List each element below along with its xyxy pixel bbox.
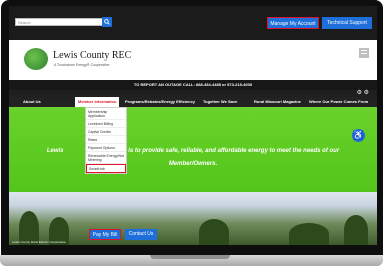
nav-item-together-we-save[interactable]: Together We Save [203,97,237,107]
tree-image [289,223,329,245]
photo-credit: Lewis County Rural Electric Cooperative [12,240,66,244]
dropdown-item-levelized-billing[interactable]: Levelized Billing [86,120,126,128]
dropdown-item-rates[interactable]: Rates [86,136,126,144]
search-input[interactable]: Search [15,18,103,26]
manage-my-account-button[interactable]: Manage My Account [267,17,319,29]
hero-banner: Lewis ssion is to provide safe, reliable… [9,107,377,192]
main-nav: About Us Member Information Programs/Reb… [9,97,377,107]
logo-icon[interactable] [24,48,48,70]
dropdown-item-membership-application[interactable]: Membership Application [86,108,126,120]
nav-item-about-us[interactable]: About Us [23,97,41,107]
outage-banner: TO REPORT AN OUTAGE CALL: 888-454-4485 o… [9,80,377,90]
mission-line2: Member/Owners. [168,161,218,167]
laptop-notch [150,255,230,259]
nav-item-member-information[interactable]: Member Information [75,97,120,107]
toggle-icons[interactable]: ⚙ ⚙ [357,90,369,97]
tree-image [199,219,229,245]
accessibility-icon[interactable]: ♿ [352,129,365,142]
nav-item-rural-missouri[interactable]: Rural Missouri Magazine [254,97,301,107]
hero-photo: Pay My Bill Contact Us Lewis County Rura… [9,192,377,245]
site-header: Lewis County REC A Touchstone Energy® Co… [9,40,377,80]
browser-screen: Search Manage My Account Technical Suppo… [9,6,377,245]
secondary-strip [9,90,377,97]
mission-statement: Lewis ssion is to provide safe, reliable… [9,145,377,171]
logo-tagline: A Touchstone Energy® Cooperative [54,63,110,67]
technical-support-button[interactable]: Technical Support [322,17,372,29]
search-button[interactable] [102,17,112,27]
search-icon [104,19,110,25]
mission-line1-end: ssion is to provide safe, reliable, and … [110,148,340,154]
menu-icon[interactable] [359,48,369,58]
dropdown-item-smarthub[interactable]: SmartHub [86,164,126,173]
dropdown-item-renewable-energy[interactable]: Renewable Energy/Net Metering [86,152,126,164]
mission-line1-start: Lewis [46,148,64,154]
member-information-dropdown: Membership Application Levelized Billing… [85,107,127,174]
logo-name[interactable]: Lewis County REC [53,50,131,61]
contact-us-button[interactable]: Contact Us [125,229,157,240]
nav-item-programs[interactable]: Programs/Rebates/Energy Efficiency [125,97,195,107]
top-bar: Search Manage My Account Technical Suppo… [9,6,377,40]
tree-image [344,215,368,245]
dropdown-item-payment-options[interactable]: Payment Options [86,144,126,152]
pay-my-bill-button[interactable]: Pay My Bill [89,229,121,240]
nav-item-power-source[interactable]: Where Our Power Comes From [309,97,368,107]
laptop-base [0,255,383,266]
dropdown-item-capital-credits[interactable]: Capital Credits [86,128,126,136]
